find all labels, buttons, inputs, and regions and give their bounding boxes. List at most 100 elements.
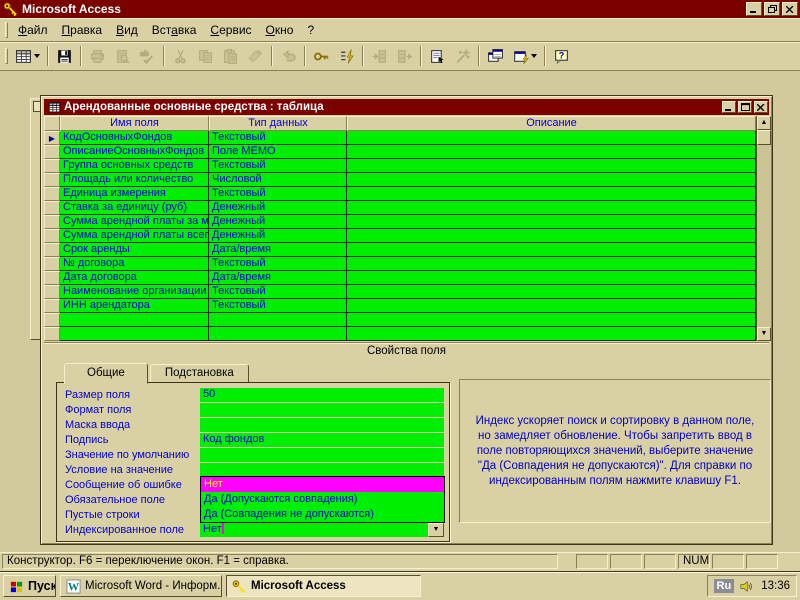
- column-header-2[interactable]: Тип данных: [209, 116, 347, 131]
- property-value-field[interactable]: [200, 403, 444, 417]
- row-selector[interactable]: [44, 271, 60, 285]
- tab-Подстановка[interactable]: Подстановка: [150, 364, 249, 383]
- scroll-up-button[interactable]: ▲: [757, 116, 771, 130]
- property-value-field[interactable]: Нет▼: [200, 523, 444, 537]
- field-name-cell[interactable]: КодОсновныхФондов: [60, 131, 209, 145]
- data-type-cell[interactable]: Дата/время: [209, 271, 347, 285]
- row-selector[interactable]: [44, 299, 60, 313]
- row-selector[interactable]: [44, 187, 60, 201]
- data-type-cell[interactable]: Текстовый: [209, 159, 347, 173]
- dropdown-item[interactable]: Да (Совпадения не допускаются): [201, 507, 444, 522]
- field-name-cell[interactable]: Дата договора: [60, 271, 209, 285]
- description-cell[interactable]: [347, 243, 756, 257]
- toolbar-grip[interactable]: [5, 48, 8, 64]
- row-selector[interactable]: [44, 285, 60, 299]
- save-button[interactable]: [52, 44, 77, 68]
- menu-Сервис[interactable]: Сервис: [203, 20, 258, 40]
- field-name-cell[interactable]: [60, 313, 209, 327]
- description-cell[interactable]: [347, 299, 756, 313]
- property-value-field[interactable]: [200, 463, 444, 477]
- property-value-field[interactable]: [200, 448, 444, 462]
- language-indicator[interactable]: Ru: [714, 579, 735, 593]
- data-type-cell[interactable]: Текстовый: [209, 299, 347, 313]
- scroll-down-button[interactable]: ▼: [757, 327, 771, 341]
- menu-Правка[interactable]: Правка: [55, 20, 110, 40]
- property-value-field[interactable]: 50: [200, 388, 444, 402]
- field-name-cell[interactable]: ОписаниеОсновныхФондов: [60, 145, 209, 159]
- row-selector[interactable]: ▶: [44, 131, 60, 145]
- row-selector[interactable]: [44, 159, 60, 173]
- data-type-cell[interactable]: Текстовый: [209, 285, 347, 299]
- menu-Окно[interactable]: Окно: [259, 20, 301, 40]
- database-window-button[interactable]: [483, 44, 508, 68]
- description-cell[interactable]: [347, 187, 756, 201]
- description-cell[interactable]: [347, 201, 756, 215]
- data-type-cell[interactable]: Текстовый: [209, 257, 347, 271]
- field-name-cell[interactable]: Площадь или количество: [60, 173, 209, 187]
- menu-Вставка[interactable]: Вставка: [145, 20, 204, 40]
- description-cell[interactable]: [347, 159, 756, 173]
- doc-minimize-button[interactable]: [722, 101, 736, 113]
- row-selector[interactable]: [44, 243, 60, 257]
- grid-vertical-scrollbar[interactable]: ▲ ▼: [756, 116, 771, 341]
- description-cell[interactable]: [347, 257, 756, 271]
- description-cell[interactable]: [347, 229, 756, 243]
- data-type-cell[interactable]: Числовой: [209, 173, 347, 187]
- dropdown-item[interactable]: Да (Допускаются совпадения): [201, 492, 444, 507]
- combo-dropdown-arrow[interactable]: ▼: [428, 523, 444, 537]
- description-cell[interactable]: [347, 145, 756, 159]
- field-name-cell[interactable]: Единица измерения: [60, 187, 209, 201]
- data-type-cell[interactable]: Денежный: [209, 229, 347, 243]
- speaker-icon[interactable]: [738, 579, 753, 594]
- description-cell[interactable]: [347, 313, 756, 327]
- column-header-1[interactable]: Имя поля: [60, 116, 209, 131]
- menu-Файл[interactable]: Файл: [11, 20, 55, 40]
- field-name-cell[interactable]: Срок аренды: [60, 243, 209, 257]
- field-name-cell[interactable]: ИНН арендатора: [60, 299, 209, 313]
- doc-close-button[interactable]: [754, 101, 768, 113]
- row-selector[interactable]: [44, 327, 60, 341]
- field-name-cell[interactable]: [60, 327, 209, 341]
- row-selector[interactable]: [44, 313, 60, 327]
- data-type-cell[interactable]: Денежный: [209, 201, 347, 215]
- description-cell[interactable]: [347, 271, 756, 285]
- indexes-button[interactable]: [334, 44, 359, 68]
- field-name-cell[interactable]: Группа основных средств: [60, 159, 209, 173]
- field-name-cell[interactable]: Ставка за единицу (руб): [60, 201, 209, 215]
- data-type-cell[interactable]: [209, 327, 347, 341]
- dropdown-item[interactable]: Нет: [201, 477, 444, 492]
- description-cell[interactable]: [347, 327, 756, 341]
- row-selector[interactable]: [44, 215, 60, 229]
- description-cell[interactable]: [347, 285, 756, 299]
- menu-?[interactable]: ?: [300, 20, 321, 40]
- data-type-cell[interactable]: [209, 313, 347, 327]
- tab-Общие[interactable]: Общие: [64, 363, 148, 384]
- column-header-3[interactable]: Описание: [347, 116, 756, 131]
- row-selector[interactable]: [44, 257, 60, 271]
- data-type-cell[interactable]: Текстовый: [209, 131, 347, 145]
- toolbar-grip[interactable]: [5, 22, 8, 38]
- restore-button[interactable]: [764, 2, 780, 16]
- property-value-field[interactable]: [200, 418, 444, 432]
- description-cell[interactable]: [347, 173, 756, 187]
- taskbar-button-access[interactable]: Microsoft Access: [226, 575, 421, 597]
- field-name-cell[interactable]: Сумма арендной платы всег: [60, 229, 209, 243]
- taskbar-button-word[interactable]: WMicrosoft Word - Информ...: [60, 575, 222, 597]
- row-selector[interactable]: [44, 173, 60, 187]
- close-button[interactable]: [782, 2, 798, 16]
- data-type-cell[interactable]: Дата/время: [209, 243, 347, 257]
- row-selector[interactable]: [44, 201, 60, 215]
- menu-Вид[interactable]: Вид: [109, 20, 145, 40]
- data-type-cell[interactable]: Денежный: [209, 215, 347, 229]
- table-view-button[interactable]: [11, 44, 44, 68]
- field-name-cell[interactable]: Сумма арендной платы за м: [60, 215, 209, 229]
- minimize-button[interactable]: [746, 2, 762, 16]
- row-selector[interactable]: [44, 229, 60, 243]
- help-button[interactable]: ?: [549, 44, 574, 68]
- description-cell[interactable]: [347, 131, 756, 145]
- doc-maximize-button[interactable]: [738, 101, 752, 113]
- data-type-cell[interactable]: Текстовый: [209, 187, 347, 201]
- new-object-button[interactable]: [508, 44, 541, 68]
- primary-key-button[interactable]: [309, 44, 334, 68]
- data-type-cell[interactable]: Поле MEMO: [209, 145, 347, 159]
